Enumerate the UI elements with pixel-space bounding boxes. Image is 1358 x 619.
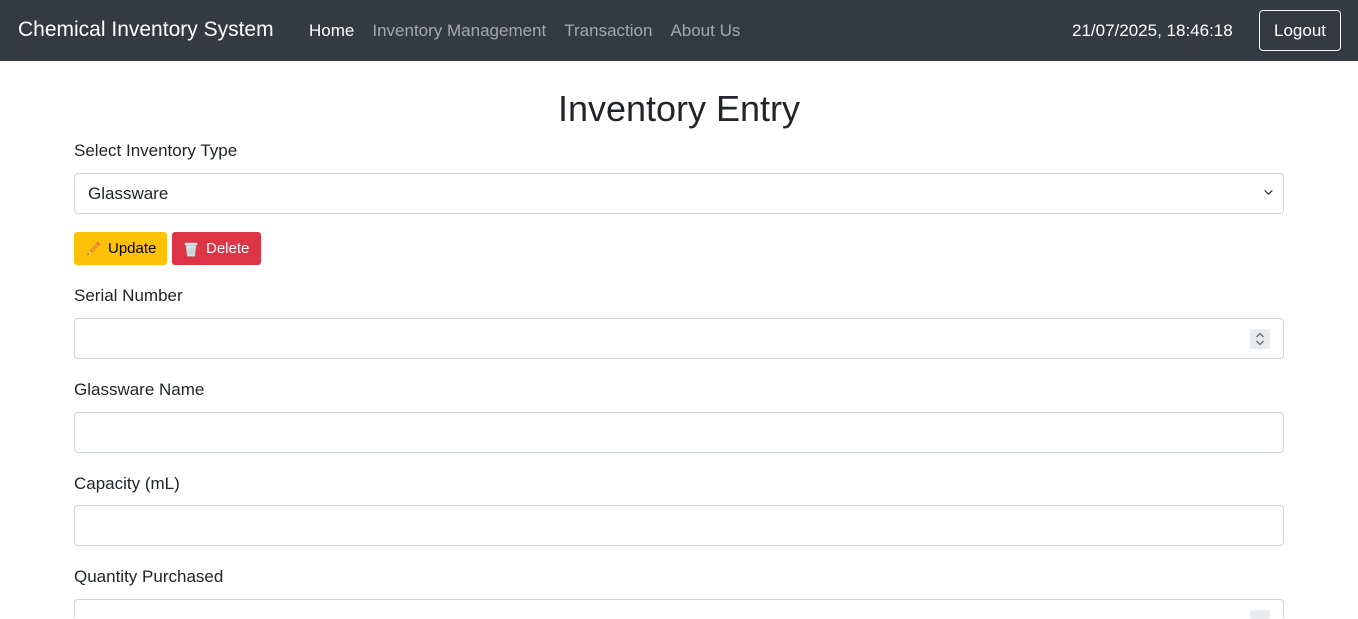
datetime-display: 21/07/2025, 18:46:18 (1072, 20, 1233, 42)
inventory-type-selected-value: Glassware (88, 183, 168, 205)
chevron-down-icon (1264, 188, 1273, 197)
inventory-type-label: Select Inventory Type (74, 140, 237, 162)
nav-link-inventory-management[interactable]: Inventory Management (372, 20, 546, 42)
page-title: Inventory Entry (0, 88, 1358, 130)
nav-links: Home Inventory Management Transaction Ab… (309, 20, 758, 42)
inventory-type-select[interactable]: Glassware (74, 173, 1284, 214)
capacity-input[interactable] (74, 505, 1284, 546)
delete-button[interactable]: Delete (172, 232, 261, 265)
serial-number-label: Serial Number (74, 285, 183, 307)
glassware-name-input[interactable] (74, 412, 1284, 453)
nav-link-transaction[interactable]: Transaction (564, 20, 652, 42)
logout-button[interactable]: Logout (1259, 10, 1341, 51)
capacity-label: Capacity (mL) (74, 473, 180, 495)
update-button-label: Update (108, 240, 156, 257)
nav-link-about-us[interactable]: About Us (670, 20, 740, 42)
glassware-name-label: Glassware Name (74, 379, 204, 401)
quantity-purchased-label: Quantity Purchased (74, 566, 223, 588)
serial-number-spinner[interactable] (1250, 329, 1270, 349)
wastebasket-icon (182, 240, 200, 258)
delete-button-label: Delete (206, 240, 249, 257)
spinner-arrows-icon (1250, 329, 1270, 349)
update-button[interactable]: Update (74, 232, 167, 265)
serial-number-input[interactable] (74, 318, 1284, 359)
navbar: Chemical Inventory System Home Inventory… (0, 0, 1358, 61)
pencil-icon (84, 240, 102, 258)
brand-title[interactable]: Chemical Inventory System (18, 17, 274, 43)
nav-link-home[interactable]: Home (309, 20, 354, 42)
quantity-purchased-input[interactable] (74, 599, 1284, 618)
